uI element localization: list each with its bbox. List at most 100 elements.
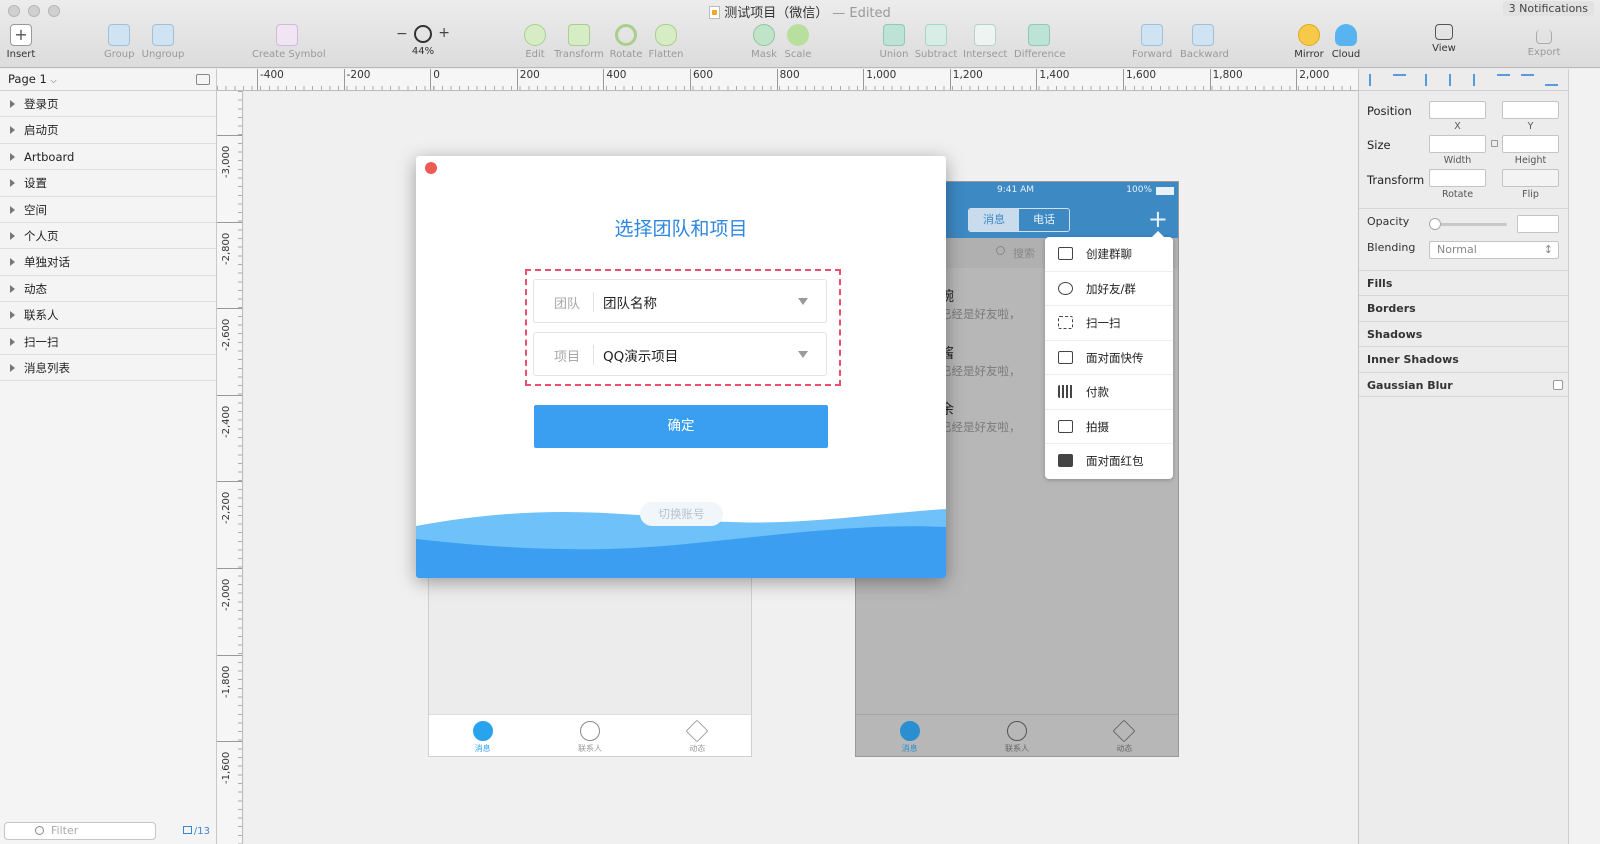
rotate-button[interactable]: Rotate xyxy=(609,24,643,60)
plus-icon[interactable]: + xyxy=(1148,207,1168,231)
close-dialog-button[interactable] xyxy=(425,162,437,174)
position-x-input[interactable] xyxy=(1429,101,1486,119)
blending-select[interactable]: Normal ↕ xyxy=(1429,241,1559,259)
team-select[interactable]: 团队 团队名称 xyxy=(533,279,827,323)
menu-item-add-friend[interactable]: 加好友/群 xyxy=(1045,272,1173,306)
segment-messages[interactable]: 消息 xyxy=(969,209,1019,231)
forward-button[interactable]: Forward xyxy=(1132,24,1172,60)
disclosure-triangle-icon[interactable] xyxy=(10,152,15,161)
menu-item-create-group[interactable]: 创建群聊 xyxy=(1045,237,1173,272)
align-middle-icon[interactable] xyxy=(1521,74,1534,86)
page-selector[interactable]: Page 1 ⌵ xyxy=(0,69,216,91)
ungroup-button[interactable]: Ungroup xyxy=(141,24,185,60)
disclosure-triangle-icon[interactable] xyxy=(10,258,15,267)
opacity-slider-knob[interactable] xyxy=(1429,218,1441,230)
layer-row[interactable]: 个人页 xyxy=(0,223,216,250)
layer-row[interactable]: 登录页 xyxy=(0,91,216,118)
distribute-horizontal-icon[interactable] xyxy=(1369,74,1382,86)
layer-row[interactable]: 单独对话 xyxy=(0,249,216,276)
layer-row[interactable]: 空间 xyxy=(0,197,216,223)
layer-filter-input[interactable]: Filter xyxy=(4,822,156,840)
project-select[interactable]: 项目 QQ演示项目 xyxy=(533,332,827,376)
layer-row[interactable]: 动态 xyxy=(0,276,216,303)
menu-item-red-packet[interactable]: 面对面红包 xyxy=(1045,444,1173,479)
align-right-icon[interactable] xyxy=(1473,74,1486,86)
mirror-button[interactable]: Mirror xyxy=(1292,24,1326,60)
opacity-slider[interactable] xyxy=(1431,223,1507,226)
disclosure-triangle-icon[interactable] xyxy=(10,126,15,135)
notifications-badge[interactable]: 3 Notifications xyxy=(1502,1,1594,16)
lock-icon[interactable] xyxy=(1491,140,1498,147)
union-button[interactable]: Union xyxy=(878,24,910,60)
layer-row[interactable]: Artboard xyxy=(0,144,216,171)
rotate-icon xyxy=(615,24,637,46)
create-symbol-button[interactable]: Create Symbol xyxy=(252,24,326,60)
layer-row[interactable]: 扫一扫 xyxy=(0,329,216,355)
inner-shadows-section[interactable]: Inner Shadows xyxy=(1359,346,1569,371)
fills-section[interactable]: Fills xyxy=(1359,270,1569,295)
layer-count[interactable]: ∕13 xyxy=(182,826,210,837)
gaussian-blur-section[interactable]: Gaussian Blur xyxy=(1359,372,1569,397)
menu-item-pay[interactable]: 付款 xyxy=(1045,375,1173,410)
cloud-button[interactable]: Cloud xyxy=(1330,24,1362,60)
disclosure-triangle-icon[interactable] xyxy=(10,311,15,320)
layer-row[interactable]: 设置 xyxy=(0,170,216,197)
edited-status[interactable]: — Edited xyxy=(832,6,891,21)
switch-account-button[interactable]: 切换账号 xyxy=(640,502,723,526)
backward-button[interactable]: Backward xyxy=(1180,24,1229,60)
blur-checkbox[interactable] xyxy=(1553,380,1563,390)
disclosure-triangle-icon[interactable] xyxy=(10,231,15,240)
layer-row[interactable]: 启动页 xyxy=(0,117,216,144)
transform-button[interactable]: Transform xyxy=(553,24,605,60)
flip-buttons[interactable] xyxy=(1502,169,1559,187)
layer-row[interactable]: 联系人 xyxy=(0,302,216,329)
scale-button[interactable]: Scale xyxy=(784,24,812,60)
layer-row[interactable]: 消息列表 xyxy=(0,355,216,382)
disclosure-triangle-icon[interactable] xyxy=(10,179,15,188)
menu-item-scan[interactable]: 扫一扫 xyxy=(1045,306,1173,341)
width-input[interactable] xyxy=(1429,135,1486,153)
horizontal-ruler[interactable]: -400 -200 0 200 400 600 800 1,000 1,200 1,400 1,60… xyxy=(217,69,1358,91)
tab-moments[interactable]: 动态 xyxy=(644,715,751,756)
height-input[interactable] xyxy=(1502,135,1559,153)
difference-button[interactable]: Difference xyxy=(1014,24,1066,60)
tab-messages[interactable]: 消息 xyxy=(856,715,963,756)
align-top-icon[interactable] xyxy=(1497,74,1510,86)
opacity-input[interactable] xyxy=(1517,215,1559,233)
vertical-ruler[interactable]: -3,000 -2,800 -2,600 -2,400 -2,200 -2,000 -1,8… xyxy=(217,91,243,844)
menu-item-face-transfer[interactable]: 面对面快传 xyxy=(1045,341,1173,375)
tab-moments[interactable]: 动态 xyxy=(1071,715,1178,756)
rotate-input[interactable] xyxy=(1429,169,1486,187)
insert-button[interactable]: + Insert xyxy=(6,24,36,60)
align-bottom-icon[interactable] xyxy=(1545,74,1558,86)
disclosure-triangle-icon[interactable] xyxy=(10,205,15,214)
subtract-button[interactable]: Subtract xyxy=(914,24,958,60)
align-left-icon[interactable] xyxy=(1425,74,1438,86)
disclosure-triangle-icon[interactable] xyxy=(10,337,15,346)
group-button[interactable]: Group xyxy=(104,24,134,60)
intersect-button[interactable]: Intersect xyxy=(963,24,1007,60)
export-button[interactable]: Export xyxy=(1526,24,1562,58)
view-button[interactable]: View xyxy=(1428,24,1460,54)
segment-calls[interactable]: 电话 xyxy=(1019,209,1069,231)
align-center-icon[interactable] xyxy=(1449,74,1462,86)
shadows-section[interactable]: Shadows xyxy=(1359,321,1569,346)
zoom-out-button[interactable]: − xyxy=(396,26,408,42)
pages-toggle-icon[interactable] xyxy=(196,74,210,85)
flatten-button[interactable]: Flatten xyxy=(648,24,684,60)
borders-section[interactable]: Borders xyxy=(1359,295,1569,320)
tab-contacts[interactable]: 联系人 xyxy=(536,715,643,756)
position-y-input[interactable] xyxy=(1502,101,1559,119)
menu-item-camera[interactable]: 拍摄 xyxy=(1045,410,1173,444)
mask-button[interactable]: Mask xyxy=(750,24,778,60)
edit-button[interactable]: Edit xyxy=(523,24,547,60)
disclosure-triangle-icon[interactable] xyxy=(10,100,15,108)
tab-contacts[interactable]: 联系人 xyxy=(963,715,1070,756)
confirm-button[interactable]: 确定 xyxy=(534,405,828,448)
disclosure-triangle-icon[interactable] xyxy=(10,363,15,372)
disclosure-triangle-icon[interactable] xyxy=(10,284,15,293)
artboard-phone-left[interactable]: 消息 联系人 动态 xyxy=(428,560,752,757)
zoom-in-button[interactable]: + xyxy=(438,25,450,41)
distribute-vertical-icon[interactable] xyxy=(1393,74,1406,86)
tab-messages[interactable]: 消息 xyxy=(429,715,536,756)
